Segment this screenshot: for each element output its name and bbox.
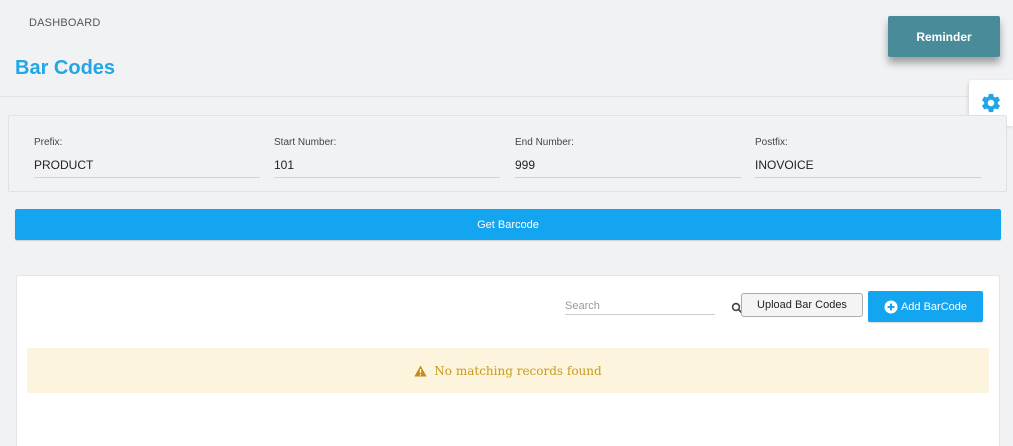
upload-bar-codes-button[interactable]: Upload Bar Codes: [741, 293, 863, 317]
add-barcode-button[interactable]: Add BarCode: [868, 291, 983, 322]
warning-icon: [414, 365, 427, 376]
end-number-label: End Number:: [515, 137, 574, 148]
prefix-field-group: Prefix:: [34, 137, 260, 178]
breadcrumb[interactable]: DASHBOARD: [29, 17, 100, 29]
start-number-field-group: Start Number:: [274, 137, 500, 178]
prefix-label: Prefix:: [34, 137, 63, 148]
get-barcode-button[interactable]: Get Barcode: [15, 209, 1001, 240]
page-title: Bar Codes: [15, 57, 116, 79]
reminder-button[interactable]: Reminder: [888, 16, 1000, 57]
prefix-input[interactable]: [34, 158, 260, 178]
page-header: DASHBOARD Bar Codes: [0, 0, 1013, 97]
search-input[interactable]: [565, 298, 715, 315]
no-records-message: No matching records found: [434, 363, 602, 378]
plus-circle-icon: [884, 300, 898, 313]
no-records-alert: No matching records found: [27, 348, 989, 393]
start-number-label: Start Number:: [274, 137, 337, 148]
barcode-form: Prefix: Start Number: End Number: Postfi…: [8, 115, 1007, 192]
postfix-field-group: Postfix:: [755, 137, 981, 178]
end-number-field-group: End Number:: [515, 137, 741, 178]
end-number-input[interactable]: [515, 158, 741, 178]
add-barcode-label: Add BarCode: [900, 300, 968, 313]
gear-icon: [982, 93, 1000, 113]
start-number-input[interactable]: [274, 158, 500, 178]
search-box: [565, 298, 743, 318]
postfix-label: Postfix:: [755, 137, 788, 148]
barcode-table-panel: Upload Bar Codes Add BarCode No matching…: [16, 275, 1000, 446]
postfix-input[interactable]: [755, 158, 981, 178]
